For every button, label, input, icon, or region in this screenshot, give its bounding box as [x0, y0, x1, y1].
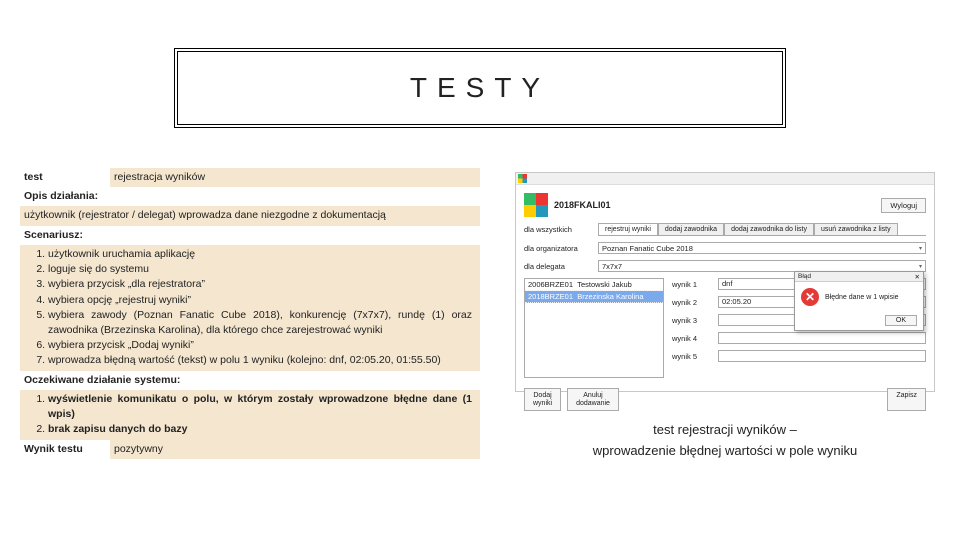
dialog-titlebar: Błąd ✕: [795, 272, 923, 282]
app-user-id: 2018FKALI01: [554, 200, 875, 210]
dodaj-wyniki-button[interactable]: Dodaj wyniki: [524, 388, 561, 411]
dialog-message: Błędne dane w 1 wpisie: [825, 294, 899, 301]
wynik-label: wynik 4: [672, 334, 712, 343]
title-frame: TESTY: [174, 48, 786, 128]
figure-caption: test rejestracji wyników – wprowadzenie …: [593, 420, 857, 462]
error-icon: ✕: [801, 288, 819, 306]
competitor-list[interactable]: 2006BRZE01 Testowski Jakub 2018BRZE01 Br…: [524, 278, 664, 378]
chevron-down-icon: ▾: [919, 245, 922, 252]
list-item[interactable]: 2006BRZE01 Testowski Jakub: [525, 279, 663, 291]
wynik-label: wynik 5: [672, 352, 712, 361]
caption-line: wprowadzenie błędnej wartości w pole wyn…: [593, 441, 857, 462]
window-titlebar: [516, 173, 934, 185]
label-scenariusz: Scenariusz:: [20, 226, 480, 245]
tab-dodaj-lista[interactable]: dodaj zawodnika do listy: [724, 223, 814, 235]
dialog-title: Błąd: [798, 273, 811, 280]
anuluj-button[interactable]: Anuluj dodawanie: [567, 388, 619, 411]
expected-item: brak zapisu danych do bazy: [48, 422, 476, 437]
select-comp-value: 7x7x7: [602, 262, 622, 271]
chevron-down-icon: ▾: [919, 263, 922, 270]
wynik-input-4[interactable]: [718, 332, 926, 344]
app-logo-icon: [524, 193, 548, 217]
content-area: test rejestracja wyników Opis działania:…: [20, 168, 940, 520]
step-item: wybiera zawody (Poznan Fanatic Cube 2018…: [48, 308, 476, 338]
wynik-input-5[interactable]: [718, 350, 926, 362]
page-title: TESTY: [410, 72, 550, 104]
scenario-steps: użytkownik uruchamia aplikację loguje si…: [24, 247, 476, 369]
app-screenshot: 2018FKALI01 Wyloguj dla wszystkich rejes…: [515, 172, 935, 392]
close-icon[interactable]: ✕: [915, 273, 920, 281]
dialog-ok-button[interactable]: OK: [885, 315, 917, 326]
zapisz-button[interactable]: Zapisz: [887, 388, 926, 411]
logout-button[interactable]: Wyloguj: [881, 198, 926, 213]
step-item: loguje się do systemu: [48, 262, 476, 277]
expected-steps: wyświetlenie komunikatu o polu, w którym…: [24, 392, 476, 438]
error-dialog: Błąd ✕ ✕ Błędne dane w 1 wpisie OK: [794, 271, 924, 331]
app-icon: [518, 174, 527, 183]
tab-dodaj-zaw[interactable]: dodaj zawodnika: [658, 223, 724, 235]
label-test: test: [20, 168, 110, 187]
label-wynik: Wynik testu: [20, 440, 110, 459]
test-spec-table: test rejestracja wyników Opis działania:…: [20, 168, 480, 520]
caption-line: test rejestracji wyników –: [593, 420, 857, 441]
step-item: wybiera przycisk „dla rejestratora”: [48, 277, 476, 292]
section-label: dla organizatora: [524, 244, 594, 253]
tab-rejestruj[interactable]: rejestruj wyniki: [598, 223, 658, 235]
wynik-label: wynik 3: [672, 316, 712, 325]
step-item: wybiera przycisk „Dodaj wyniki”: [48, 338, 476, 353]
step-item: użytkownik uruchamia aplikację: [48, 247, 476, 262]
value-test: rejestracja wyników: [110, 168, 480, 187]
wynik-label: wynik 1: [672, 280, 712, 289]
step-item: wybiera opcję „rejestruj wyniki”: [48, 293, 476, 308]
tab-usun-lista[interactable]: usuń zawodnika z listy: [814, 223, 898, 235]
right-column: 2018FKALI01 Wyloguj dla wszystkich rejes…: [510, 168, 940, 520]
step-item: wprowadza błędną wartość (tekst) w polu …: [48, 353, 476, 368]
section-label: dla delegata: [524, 262, 594, 271]
expected-item: wyświetlenie komunikatu o polu, w którym…: [48, 392, 476, 422]
label-oczekiwane: Oczekiwane działanie systemu:: [20, 371, 480, 390]
select-event-value: Poznan Fanatic Cube 2018: [602, 244, 693, 253]
list-item[interactable]: 2018BRZE01 Brzezinska Karolina: [525, 291, 663, 303]
value-wynik: pozytywny: [110, 440, 480, 459]
value-opis: użytkownik (rejestrator / delegat) wprow…: [20, 206, 480, 225]
wynik-label: wynik 2: [672, 298, 712, 307]
section-label: dla wszystkich: [524, 225, 594, 234]
label-opis: Opis działania:: [20, 187, 480, 206]
select-event[interactable]: Poznan Fanatic Cube 2018 ▾: [598, 242, 926, 254]
